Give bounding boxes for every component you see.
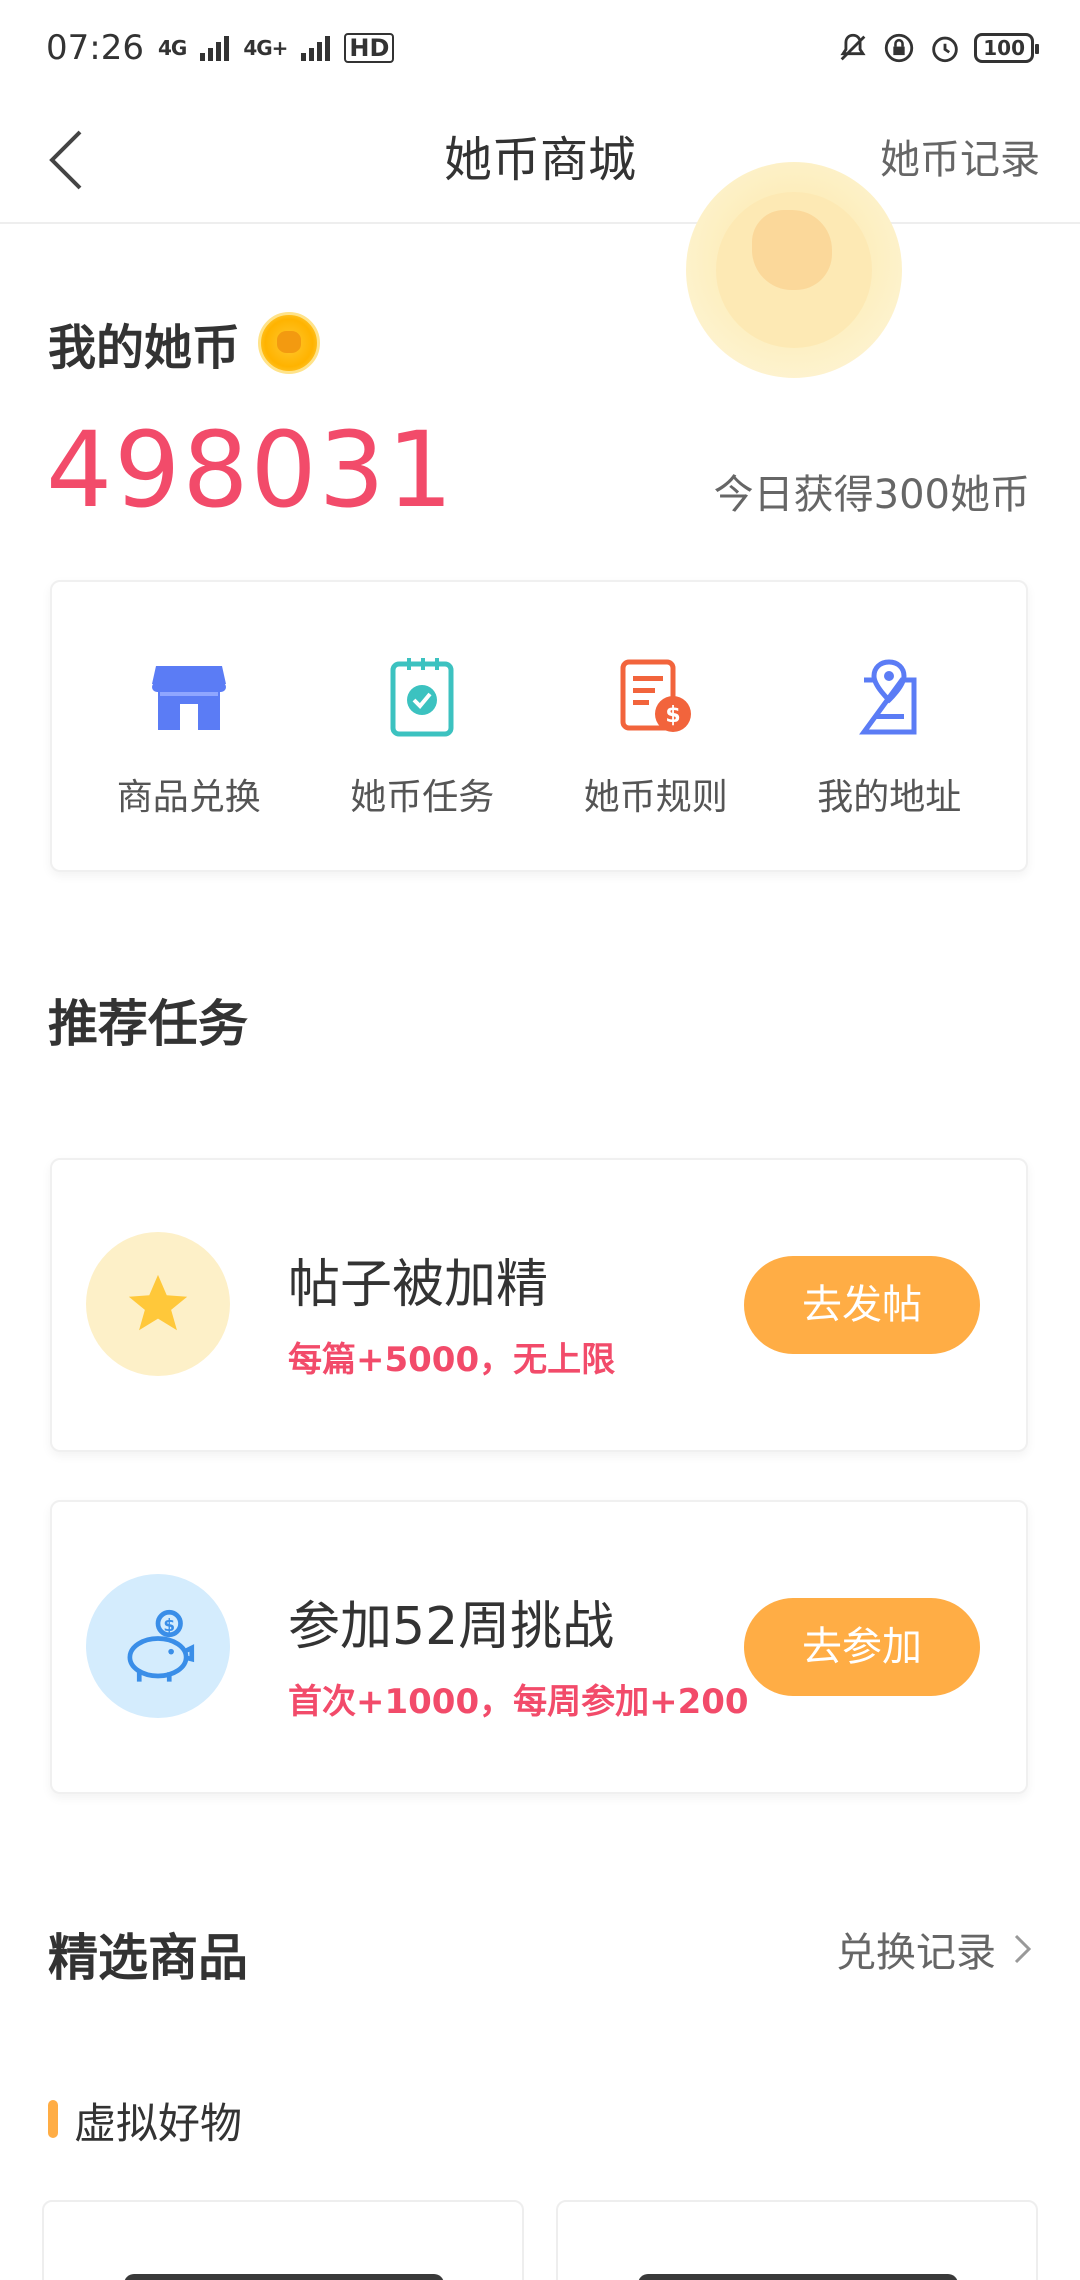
- task-icon-container: [86, 1232, 230, 1376]
- menu-item-exchange[interactable]: 商品兑换: [79, 582, 299, 870]
- go-join-button[interactable]: 去参加: [744, 1598, 980, 1696]
- product-image: [638, 2274, 958, 2280]
- coin-icon: [258, 312, 321, 374]
- star-icon: [128, 1274, 188, 1331]
- menu-label-rules: 她币规则: [583, 777, 728, 818]
- menu-label-address: 我的地址: [817, 777, 962, 818]
- network-type-2: 4G+: [243, 36, 288, 60]
- product-image: [124, 2274, 444, 2280]
- hd-icon: HD: [344, 33, 395, 63]
- go-post-button[interactable]: 去发帖: [744, 1256, 980, 1354]
- nav-bar: 她币商城 她币记录: [0, 96, 1080, 224]
- status-right: 100: [836, 31, 1039, 65]
- quick-menu-card: 商品兑换 她币任务 $ 她币规则 我的地址: [50, 580, 1028, 872]
- address-location-icon: [859, 659, 917, 735]
- signal-icon-2: [301, 35, 331, 61]
- task-card-52-week-challenge: $ 参加52周挑战 首次+1000，每周参加+200 去参加: [50, 1500, 1028, 1794]
- page: 07:26 4G 4G+ HD 100 她币商城 她币记录 我的她币 49803…: [0, 0, 1080, 2280]
- coin-balance: 498031: [46, 409, 456, 531]
- store-icon: [151, 666, 226, 730]
- bell-muted-icon: [840, 33, 866, 61]
- coin-record-link[interactable]: 她币记录: [880, 96, 1040, 224]
- rules-document-icon: $: [620, 659, 691, 732]
- battery-icon: 100: [974, 33, 1039, 63]
- my-coins-heading: 我的她币: [48, 308, 321, 378]
- task-card-featured-post: 帖子被加精 每篇+5000，无上限 去发帖: [50, 1158, 1028, 1452]
- category-marker: [48, 2100, 58, 2138]
- task-reward: 每篇+5000，无上限: [288, 1340, 616, 1380]
- menu-item-address[interactable]: 我的地址: [779, 582, 999, 870]
- featured-goods-heading: 精选商品: [48, 1929, 248, 1987]
- signal-icon: [200, 35, 230, 61]
- task-icon-container: $: [86, 1574, 230, 1718]
- menu-label-tasks: 她币任务: [350, 777, 495, 818]
- decorative-coin-icon: [686, 162, 902, 378]
- alarm-icon: [932, 36, 958, 63]
- status-left: 07:26 4G 4G+ HD: [46, 28, 395, 68]
- chevron-right-icon: [1014, 1934, 1032, 1964]
- product-card[interactable]: [556, 2200, 1038, 2280]
- task-reward: 首次+1000，每周参加+200: [288, 1682, 749, 1722]
- recommended-tasks-heading: 推荐任务: [48, 995, 248, 1053]
- my-coins-label: 我的她币: [48, 320, 241, 376]
- today-earned-text: 今日获得300她币: [713, 472, 1030, 518]
- menu-item-tasks[interactable]: 她币任务: [312, 582, 532, 870]
- category-virtual-goods: 虚拟好物: [74, 2099, 243, 2148]
- lock-rotation-icon: [885, 33, 914, 63]
- product-card[interactable]: [42, 2200, 524, 2280]
- menu-label-exchange: 商品兑换: [116, 777, 261, 818]
- piggy-bank-icon: $: [127, 1609, 195, 1682]
- menu-item-rules[interactable]: $ 她币规则: [546, 582, 766, 870]
- svg-text:$: $: [665, 703, 680, 728]
- svg-text:$: $: [163, 1615, 175, 1635]
- task-title: 帖子被加精: [288, 1255, 549, 1315]
- task-clipboard-icon: [390, 658, 454, 737]
- exchange-record-link[interactable]: 兑换记录: [836, 1920, 1034, 1978]
- exchange-record-label: 兑换记录: [836, 1930, 996, 1976]
- status-time: 07:26: [46, 28, 144, 68]
- status-bar: 07:26 4G 4G+ HD 100: [0, 0, 1080, 96]
- task-title: 参加52周挑战: [288, 1597, 615, 1657]
- network-type-1: 4G: [157, 36, 187, 60]
